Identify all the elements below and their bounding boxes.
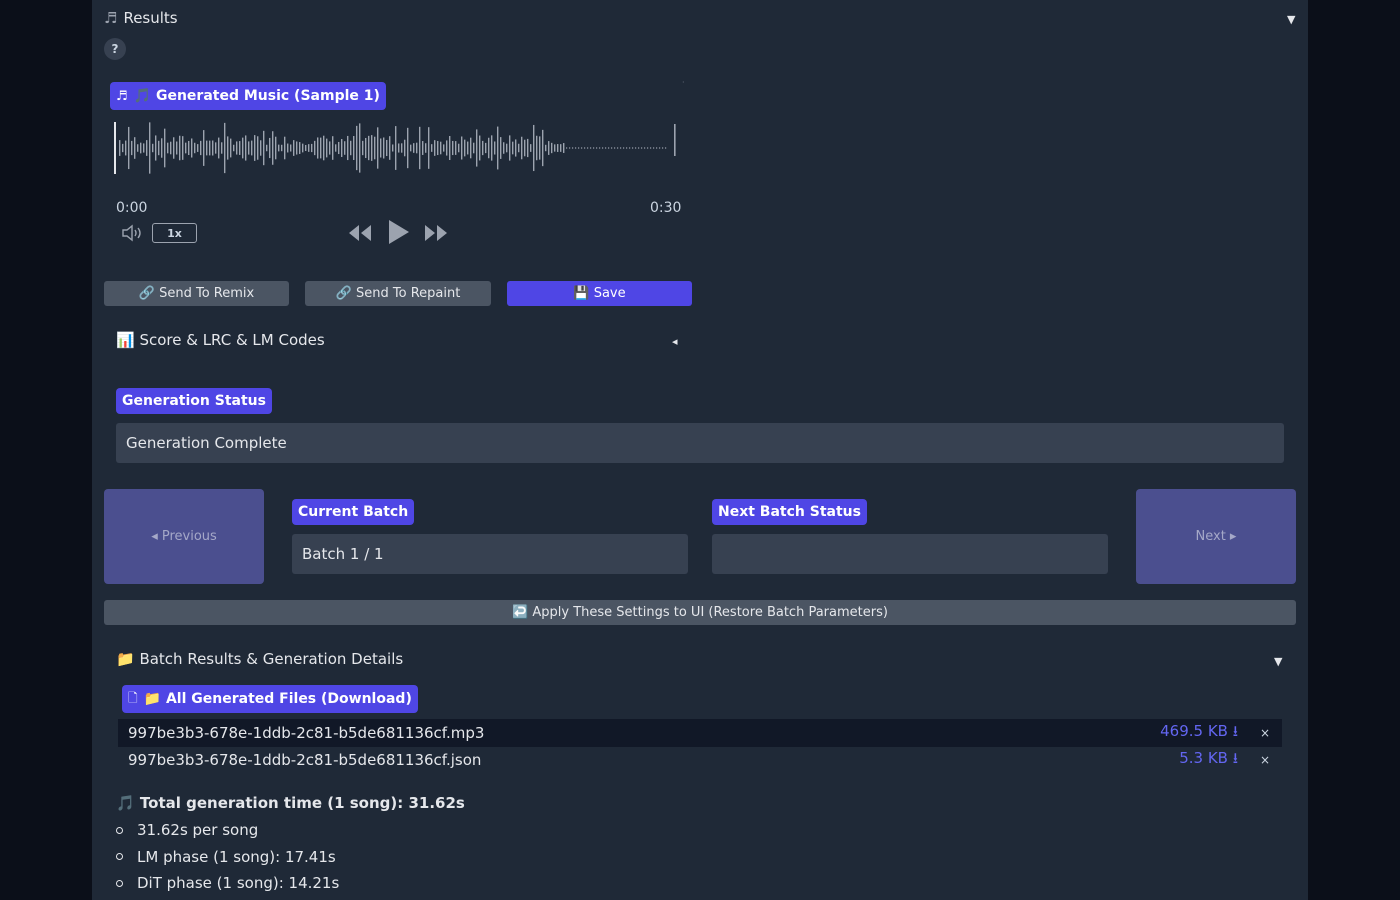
stat-text: 31.62s per song [137, 821, 259, 840]
file-row[interactable]: 997be3b3-678e-1ddb-2c81-b5de681136cf.jso… [118, 747, 1282, 773]
audio-label-text: 🎵 Generated Music (Sample 1) [133, 88, 380, 104]
collapse-caret-icon[interactable]: ▼ [1274, 655, 1282, 668]
results-title: Results [123, 9, 178, 27]
help-button[interactable]: ? [104, 38, 126, 60]
file-name[interactable]: 997be3b3-678e-1ddb-2c81-b5de681136cf.mp3 [128, 724, 1160, 742]
save-button[interactable]: 💾 Save [507, 281, 692, 306]
audio-waveform[interactable] [114, 120, 680, 176]
generation-status-label: Generation Status [116, 388, 272, 414]
time-current: 0:00 [116, 200, 148, 216]
music-note-icon: ♬ [116, 88, 128, 104]
apply-settings-button[interactable]: ↩️ Apply These Settings to UI (Restore B… [104, 600, 1296, 625]
file-size-download[interactable]: 469.5 KB ⭳ [1160, 721, 1238, 746]
time-duration: 0:30 [650, 200, 682, 216]
collapse-caret-icon[interactable]: ▼ [1287, 13, 1295, 26]
files-label-text: 📁 All Generated Files (Download) [143, 691, 412, 707]
send-to-repaint-button[interactable]: 🔗 Send To Repaint [305, 281, 491, 306]
next-batch-status-field[interactable] [712, 534, 1108, 574]
send-to-remix-button[interactable]: 🔗 Send To Remix [104, 281, 289, 306]
expand-caret-icon[interactable]: ◂ [672, 335, 678, 348]
audio-label: ♬ 🎵 Generated Music (Sample 1) [110, 82, 386, 110]
file-size-download[interactable]: 5.3 KB ⭳ [1179, 748, 1238, 773]
score-section-header[interactable]: 📊 Score & LRC & LM Codes [116, 331, 325, 349]
volume-icon[interactable] [120, 223, 144, 247]
bullet-icon [116, 879, 123, 887]
play-icon[interactable] [386, 218, 410, 250]
stat-text: LM phase (1 song): 17.41s [137, 847, 336, 866]
files-label: 🗋 📁 All Generated Files (Download) [122, 685, 418, 713]
fast-forward-icon[interactable] [423, 222, 449, 248]
score-section-title: 📊 Score & LRC & LM Codes [116, 331, 325, 349]
list-item: LM phase (1 song): 17.41s [116, 844, 339, 871]
next-batch-status-label: Next Batch Status [712, 499, 867, 525]
results-header[interactable]: ♬ Results [104, 9, 178, 27]
next-batch-button[interactable]: Next ▸ [1136, 489, 1296, 584]
music-note-icon: ♬ [104, 9, 118, 27]
file-row[interactable]: 997be3b3-678e-1ddb-2c81-b5de681136cf.mp3… [118, 719, 1282, 747]
current-batch-label: Current Batch [292, 499, 415, 525]
previous-batch-button[interactable]: ◂ Previous [104, 489, 264, 584]
bullet-icon [116, 826, 123, 834]
generation-stats-list: 31.62s per song LM phase (1 song): 17.41… [116, 817, 339, 897]
stat-text: DiT phase (1 song): 14.21s [137, 874, 340, 893]
list-item: DiT phase (1 song): 14.21s [116, 870, 339, 897]
playhead[interactable] [114, 122, 116, 174]
remove-file-icon[interactable]: × [1258, 726, 1272, 740]
file-icon: 🗋 [128, 690, 138, 705]
list-item: 31.62s per song [116, 817, 339, 844]
total-generation-time: 🎵 Total generation time (1 song): 31.62s [116, 794, 465, 812]
batch-details-title: 📁 Batch Results & Generation Details [116, 650, 404, 668]
file-name[interactable]: 997be3b3-678e-1ddb-2c81-b5de681136cf.jso… [128, 751, 1179, 769]
generation-status-field[interactable]: Generation Complete [116, 423, 1284, 463]
remove-file-icon[interactable]: × [1258, 753, 1272, 767]
playback-speed-button[interactable]: 1x [152, 223, 197, 243]
rewind-icon[interactable] [347, 222, 373, 248]
current-batch-field[interactable]: Batch 1 / 1 [292, 534, 688, 574]
batch-details-header[interactable]: 📁 Batch Results & Generation Details [116, 650, 403, 668]
loading-dot-icon: · [682, 78, 685, 87]
results-panel: ♬ Results ▼ ? ♬ 🎵 Generated Music (Sampl… [92, 0, 1308, 900]
bullet-icon [116, 853, 123, 861]
